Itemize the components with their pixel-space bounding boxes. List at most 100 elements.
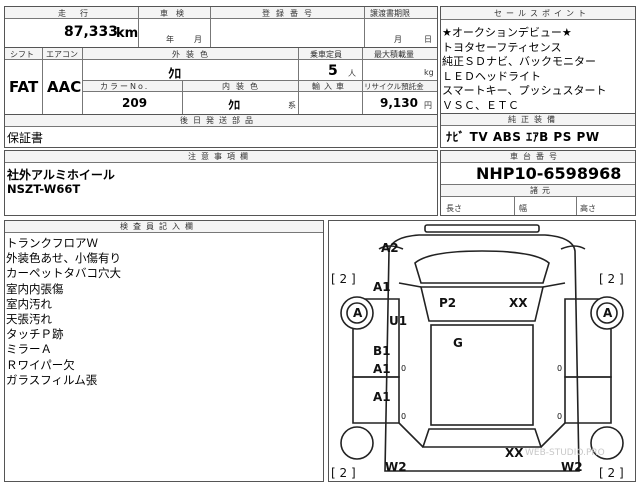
length-label: 長さ xyxy=(446,204,462,213)
capacity-label: 乗車定員 xyxy=(310,50,342,59)
notes-label: 注意事項欄 xyxy=(188,152,253,161)
panel-line xyxy=(398,282,422,288)
panel-line xyxy=(542,282,566,288)
recycle-unit: 円 xyxy=(424,101,432,110)
equipment-value: ﾅﾋﾞ TV ABS ｴｱB PS PW xyxy=(446,130,600,144)
mark-front-left-bracket: [ 2 ] xyxy=(331,272,356,286)
color-no-label: カラーNo. xyxy=(100,82,150,91)
notes-line: NSZT-W66T xyxy=(7,182,81,196)
sales-line: ＶＳＣ、ＥＴＣ xyxy=(442,98,519,112)
chassis-label: 車台番号 xyxy=(510,152,562,161)
transfer-label: 譲渡書期限 xyxy=(370,9,410,18)
import-label: 輸入車 xyxy=(312,82,348,91)
mark-right-wheel: A xyxy=(603,306,613,320)
month-unit: 月 xyxy=(194,35,202,44)
width-label: 幅 xyxy=(519,204,527,213)
watermark: WEB-STUDIO.PRO xyxy=(525,448,605,458)
dims-divider xyxy=(514,197,515,215)
specs-divider xyxy=(42,48,43,114)
mark-right-door-zero: 0 xyxy=(557,364,562,373)
mark-left-door-a: A1 xyxy=(373,362,391,376)
mark-left-rear-a: A1 xyxy=(373,390,391,404)
parts-value: 保証書 xyxy=(7,131,44,145)
mark-rear-left-w: W2 xyxy=(385,460,407,474)
color-no-value: 209 xyxy=(122,96,148,110)
mark-left-door-b: B1 xyxy=(373,344,391,358)
mark-a2: A2 xyxy=(381,241,399,255)
mark-left-wheel: A xyxy=(353,306,363,320)
sales-line: ＬＥＤヘッドライト xyxy=(442,69,541,83)
mark-rear-left-bracket: [ 2 ] xyxy=(331,466,356,480)
inspector-line: 室内内張傷 xyxy=(6,281,64,296)
inspector-line: ミラーＡ xyxy=(6,342,52,357)
left-rear-wheel xyxy=(340,426,374,460)
inspector-line: 室内汚れ xyxy=(6,296,52,311)
mark-left-rear-zero: 0 xyxy=(401,412,406,421)
max-load-label: 最大積載量 xyxy=(374,50,414,59)
mileage-value: 87,333 xyxy=(64,24,119,40)
registration-label: 登録番号 xyxy=(262,9,318,18)
sales-label: セールスポイント xyxy=(494,9,590,18)
mark-center: G xyxy=(453,336,463,350)
header-divider xyxy=(364,7,365,47)
header-divider xyxy=(210,7,211,47)
recycle-value: 9,130 xyxy=(380,96,418,110)
sales-line: トヨタセーフティセンス xyxy=(442,40,562,54)
height-label: 高さ xyxy=(580,204,596,213)
capacity-value: 5 xyxy=(328,63,338,79)
mileage-unit: km xyxy=(116,26,139,41)
sales-line: 純正ＳＤナビ、バックモニター xyxy=(442,55,596,69)
sales-line: スマートキー、プッシュスタート xyxy=(442,84,607,98)
inspector-line: ガラスフィルム張 xyxy=(6,372,98,387)
panel-line xyxy=(540,422,566,448)
specs-divider xyxy=(362,48,363,114)
mark-front-left-fender: A1 xyxy=(373,280,391,294)
inspector-line: タッチＰ跡 xyxy=(6,327,64,342)
roof xyxy=(430,324,534,426)
mark-rear-xx: XX xyxy=(505,446,524,460)
inspector-line: Ｒワイパー欠 xyxy=(6,357,75,372)
inspector-line: カーペットタバコ穴大 xyxy=(6,266,121,281)
mark-rear-right-bracket: [ 2 ] xyxy=(599,466,624,480)
mark-roof-front: P2 xyxy=(439,296,456,310)
int-color-suffix: 系 xyxy=(288,101,296,110)
parts-label: 後日発送部品 xyxy=(180,116,258,125)
int-color-value: ｸﾛ xyxy=(228,98,241,112)
inspector-line: 外装色あせ、小傷有り xyxy=(6,251,121,266)
inspector-line: 天張汚れ xyxy=(6,312,52,327)
specs-divider xyxy=(82,48,83,114)
inspection-label: 車検 xyxy=(160,9,192,18)
panel-line xyxy=(398,422,424,448)
right-mirror xyxy=(560,245,586,250)
ext-color-label: 外装色 xyxy=(172,50,214,59)
front-bumper xyxy=(424,224,540,233)
rear-glass xyxy=(421,428,543,448)
mileage-label: 走行 xyxy=(58,9,102,18)
shift-label: シフト xyxy=(10,50,34,59)
capacity-unit: 人 xyxy=(348,69,356,78)
sales-line: ★オークションデビュー★ xyxy=(442,26,572,39)
year-unit: 年 xyxy=(166,35,174,44)
recycle-label: リサイクル預託金 xyxy=(364,82,424,91)
specs-divider xyxy=(298,48,299,114)
month-unit-transfer: 月 xyxy=(394,35,402,44)
mark-rear-right-w: W2 xyxy=(561,460,583,474)
right-rear-door xyxy=(564,376,612,424)
int-color-label: 内装色 xyxy=(222,82,264,91)
equipment-label: 純正装備 xyxy=(508,115,560,124)
mark-left-door-upper: U1 xyxy=(389,314,407,328)
shift-value: FAT xyxy=(9,78,39,96)
notes-line: 社外アルミホイール xyxy=(7,168,115,182)
mark-left-door-zero: 0 xyxy=(401,364,406,373)
dims-label: 諸元 xyxy=(530,186,554,195)
sales-points-list: ★オークションデビュー★ トヨタセーフティセンス 純正ＳＤナビ、バックモニター … xyxy=(442,26,607,114)
mark-right-rear-zero: 0 xyxy=(557,412,562,421)
day-unit: 日 xyxy=(424,35,432,44)
dims-divider xyxy=(576,197,577,215)
ac-label: エアコン xyxy=(46,50,78,59)
car-diagram: A2 [ 2 ] [ 2 ] A1 U1 A A P2 XX G B1 A1 0… xyxy=(331,224,624,480)
ac-value: AAC xyxy=(47,78,82,96)
chassis-number: NHP10-6598968 xyxy=(476,164,622,183)
body-outline xyxy=(384,234,580,472)
inspector-label: 検査員記入欄 xyxy=(120,222,198,231)
